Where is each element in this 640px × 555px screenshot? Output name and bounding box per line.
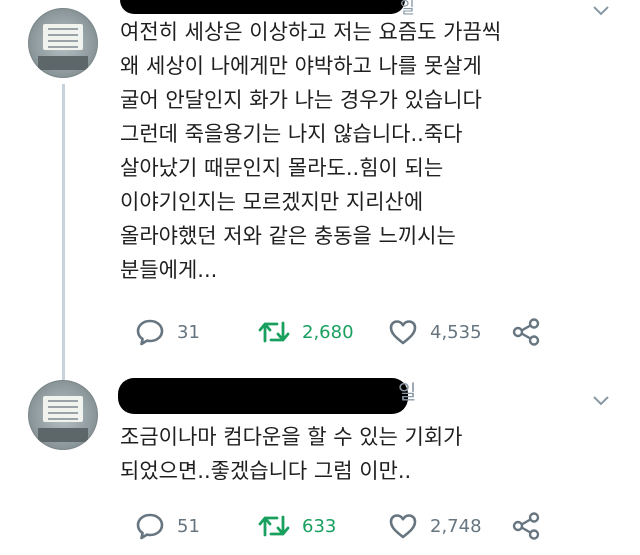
like-button[interactable]: 2,748: [388, 506, 482, 546]
tweet-text-line: 조금이나마 컴다운을 할 수 있는 기회가: [120, 425, 463, 449]
redacted-username-bar: [118, 378, 408, 414]
tweet[interactable]: 일 여전히 세상은 이상하고 저는 요즘도 가끔씩 왜 세상이 나에게만 야박하…: [0, 0, 640, 368]
heart-icon: [389, 320, 417, 345]
chevron-down-icon[interactable]: [592, 394, 610, 408]
heart-icon: [389, 514, 417, 539]
avatar-base-image: [38, 56, 88, 70]
retweet-button[interactable]: 2,680: [258, 312, 354, 352]
retweet-arrows-icon: [258, 321, 290, 343]
reply-bubble-icon: [136, 513, 164, 540]
like-count: 4,535: [430, 321, 482, 343]
like-count: 2,748: [430, 515, 482, 537]
share-button[interactable]: [511, 312, 541, 352]
tweet-text: 여전히 세상은 이상하고 저는 요즘도 가끔씩 왜 세상이 나에게만 야박하고 …: [120, 15, 501, 287]
retweet-count: 633: [302, 515, 337, 537]
redacted-username-bar: [120, 0, 405, 14]
tweet-actions-bar: 31 2,680 4,535: [0, 312, 640, 352]
tweet-text-line: 여전히 세상은 이상하고 저는 요즘도 가끔씩: [120, 20, 502, 44]
retweet-arrows-icon: [258, 515, 290, 537]
tweet-text: 조금이나마 컴다운을 할 수 있는 기회가 되었으면..좋겠습니다 그럼 이만.…: [120, 420, 463, 488]
like-button[interactable]: 4,535: [388, 312, 482, 352]
retweet-button[interactable]: 633: [258, 506, 336, 546]
reply-bubble-icon: [136, 319, 164, 346]
tweet-text-line: 굴어 안달인지 화가 나는 경우가 있습니다: [120, 88, 482, 112]
chevron-down-icon[interactable]: [592, 4, 610, 18]
tweet-actions-bar: 51 633 2,748: [0, 506, 640, 546]
tweet-text-line: 올라야했던 저와 같은 충동을 느끼시는: [120, 224, 456, 248]
tweet-text-line: 살아났기 때문인지 몰라도..힘이 되는: [120, 156, 444, 180]
share-nodes-icon: [512, 318, 540, 346]
avatar[interactable]: [28, 8, 98, 78]
reply-button[interactable]: 31: [135, 312, 200, 352]
tweet-text-line: 그런데 죽을용기는 나지 않습니다..죽다: [120, 122, 463, 146]
tweet-text-line: 왜 세상이 나에게만 야박하고 나를 못살게: [120, 54, 482, 78]
timestamp-fragment: 일: [398, 380, 417, 404]
reply-count: 31: [177, 321, 200, 343]
tweet-text-line: 이야기인지는 모르겠지만 지리산에: [120, 190, 424, 214]
reply-button[interactable]: 51: [135, 506, 200, 546]
avatar-base-image: [38, 428, 88, 442]
tweet-text-line: 분들에게...: [120, 258, 218, 282]
avatar[interactable]: [28, 380, 98, 450]
share-nodes-icon: [512, 512, 540, 540]
share-button[interactable]: [511, 506, 541, 546]
retweet-count: 2,680: [302, 321, 354, 343]
avatar-sign-image: [43, 24, 83, 50]
reply-count: 51: [177, 515, 200, 537]
tweet-text-line: 되었으면..좋겠습니다 그럼 이만..: [120, 459, 412, 483]
thread-connector-line: [62, 368, 65, 380]
tweet[interactable]: 일 조금이나마 컴다운을 할 수 있는 기회가 되었으면..좋겠습니다 그럼 이…: [0, 368, 640, 555]
avatar-sign-image: [43, 396, 83, 422]
